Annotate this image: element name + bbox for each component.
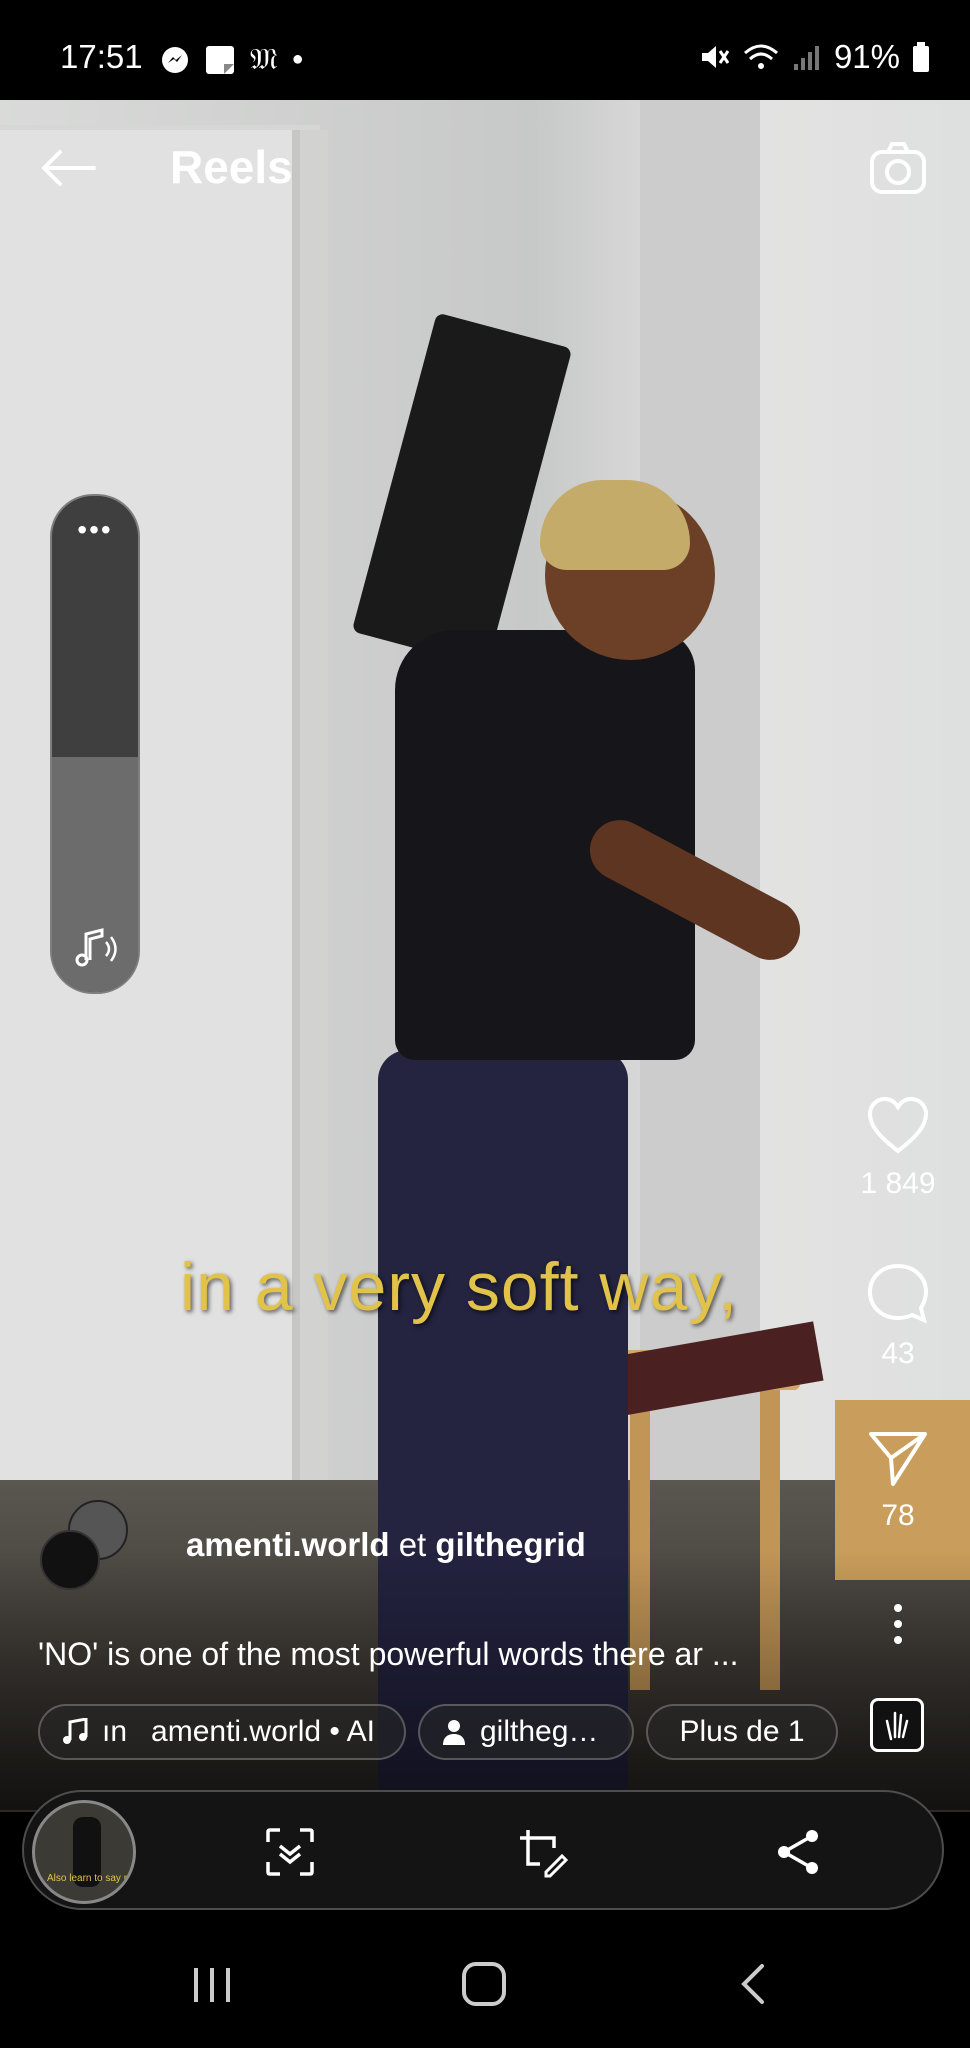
author-row[interactable]: amenti.world et gilthegrid — [40, 1500, 586, 1590]
collab-username[interactable]: gilthegrid — [435, 1526, 585, 1563]
thumbnail-caption: Also learn to say no — [47, 1873, 135, 1884]
messenger-icon — [162, 46, 188, 73]
battery-percent: 91% — [833, 38, 900, 75]
more-tags-label: Plus de 1 — [679, 1715, 805, 1748]
like-group[interactable]: 1 849 — [848, 1096, 948, 1201]
mute-icon — [701, 46, 730, 68]
status-time: 17:51 — [60, 38, 143, 75]
author-username[interactable]: amenti.world — [186, 1526, 390, 1563]
share-icon[interactable] — [772, 1826, 824, 1878]
music-note-icon — [63, 1718, 88, 1744]
send-icon[interactable] — [867, 1428, 929, 1488]
avatar[interactable] — [40, 1530, 100, 1590]
comment-count: 43 — [881, 1337, 915, 1370]
bottom-action-bar: Also learn to say no — [22, 1790, 944, 1910]
camera-icon[interactable] — [868, 138, 928, 198]
volume-slider[interactable]: ••• — [50, 494, 140, 994]
volume-music-icon — [75, 928, 117, 967]
battery-icon — [913, 42, 929, 72]
video-caption: in a very soft way, — [180, 1249, 739, 1325]
recent-apps-icon[interactable] — [188, 1960, 236, 2008]
share-group[interactable]: 78 — [848, 1428, 948, 1533]
speaker — [351, 312, 573, 668]
back-nav-icon[interactable] — [730, 1960, 778, 2008]
author-conjunction: et — [398, 1526, 427, 1563]
more-options-icon[interactable] — [886, 1602, 910, 1646]
hand-logo-icon — [885, 1711, 909, 1741]
back-arrow-icon[interactable] — [38, 148, 98, 188]
tagged-user-pill[interactable]: giltheg… — [418, 1704, 634, 1760]
app-m-icon: 𝔐 — [250, 42, 278, 77]
volume-options-icon[interactable]: ••• — [52, 514, 138, 546]
reel-thumbnail[interactable]: Also learn to say no — [32, 1800, 136, 1904]
comment-group[interactable]: 43 — [848, 1262, 948, 1371]
system-nav-bar — [0, 1910, 970, 2048]
like-count: 1 849 — [860, 1167, 936, 1200]
audio-prefix: ın — [102, 1715, 128, 1748]
share-count: 78 — [881, 1499, 915, 1532]
more-tags-pill[interactable]: Plus de 1 — [646, 1704, 838, 1760]
crop-edit-icon[interactable] — [516, 1826, 568, 1878]
wifi-icon — [743, 44, 778, 69]
audio-pill[interactable]: ın amenti.world • AI — [38, 1704, 406, 1760]
post-description[interactable]: 'NO' is one of the most powerful words t… — [38, 1636, 739, 1673]
author-avatars[interactable] — [40, 1500, 140, 1590]
more-notifications-icon: ● — [291, 48, 304, 70]
audio-label: amenti.world • AI — [151, 1715, 375, 1748]
scan-icon[interactable] — [264, 1826, 316, 1878]
signal-icon — [793, 46, 819, 70]
comment-icon[interactable] — [866, 1262, 930, 1326]
person-icon — [443, 1720, 465, 1745]
heart-icon[interactable] — [866, 1096, 930, 1156]
tagged-user-label: giltheg… — [480, 1715, 599, 1748]
status-bar: 17:51 𝔐 ● 91% — [0, 0, 970, 100]
post-pills: ın amenti.world • AI giltheg… Plus de 1 — [38, 1704, 838, 1760]
home-icon[interactable] — [460, 1960, 508, 2008]
audio-thumbnail[interactable] — [870, 1698, 924, 1752]
notes-icon — [206, 45, 234, 74]
page-title: Reels — [170, 141, 293, 193]
